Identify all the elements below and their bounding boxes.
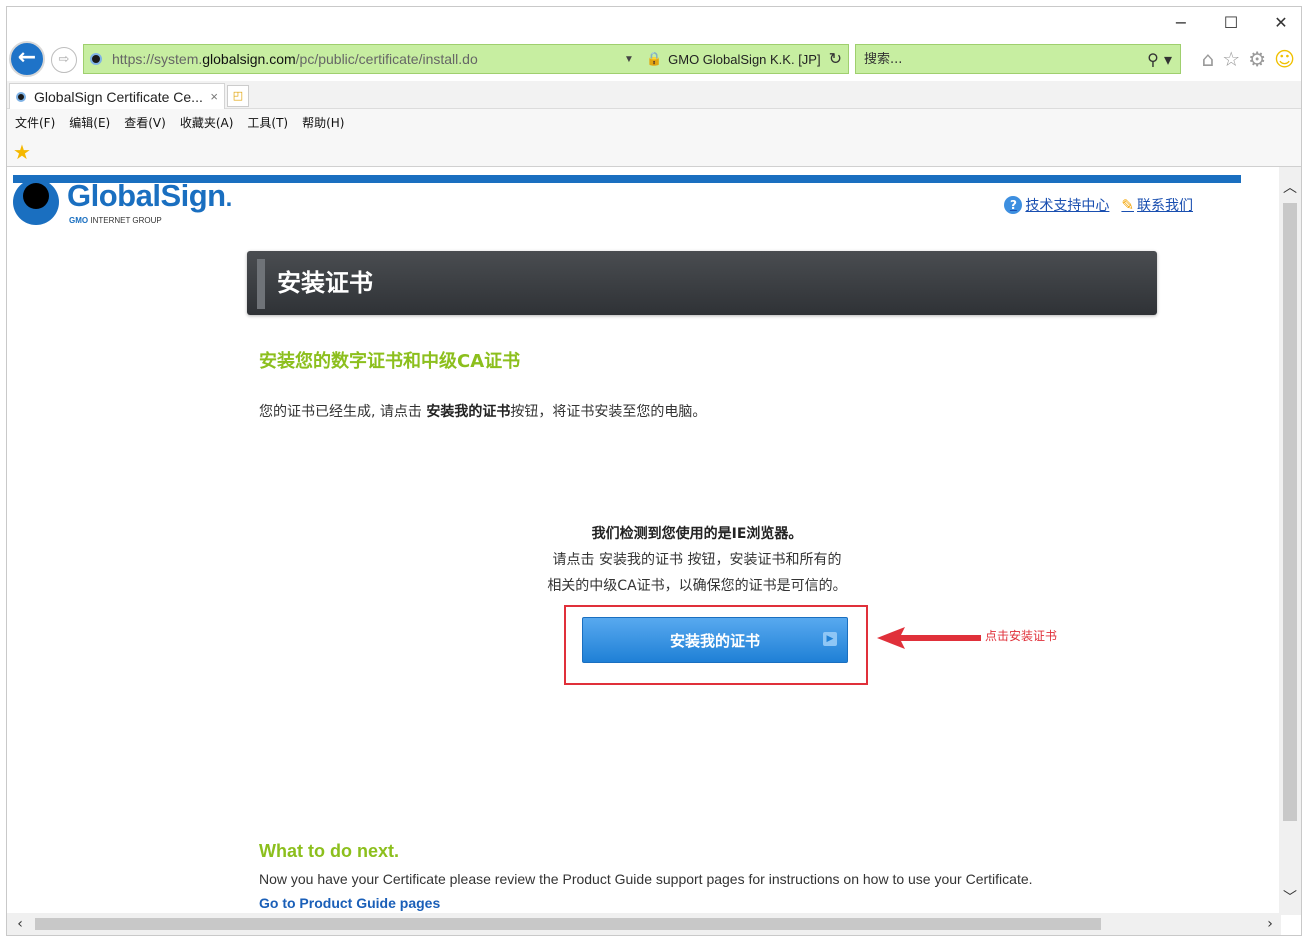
scroll-right-icon[interactable]: › [1259, 913, 1281, 935]
search-box[interactable]: ⚲ ▾ [855, 44, 1181, 74]
site-favicon-icon [90, 53, 102, 65]
forward-arrow-icon: ⇨ [58, 52, 70, 67]
detect-line-3: 相关的中级CA证书，以确保您的证书是可信的。 [547, 578, 847, 594]
url-domain: globalsign.com [202, 51, 296, 67]
maximize-button[interactable]: ☐ [1221, 13, 1241, 32]
certificate-owner[interactable]: GMO GlobalSign K.K. [JP] [668, 52, 820, 67]
url-protocol: https://system. [112, 51, 203, 67]
install-button-label: 安装我的证书 [669, 631, 760, 650]
help-icon: ? [1004, 196, 1023, 214]
tab-globalsign[interactable]: GlobalSign Certificate Ce... × [9, 83, 225, 109]
annotation-text: 点击安装证书 [985, 629, 1058, 643]
intro-text: 您的证书已经生成, 请点击 安装我的证书按钮，将证书安装至您的电脑。 [259, 404, 707, 420]
back-button[interactable]: ← [9, 41, 45, 77]
page-viewport: GlobalSign. GMO INTERNET GROUP ? 技术支持中心 ✎… [7, 167, 1281, 915]
section-title: 安装您的数字证书和中级CA证书 [259, 351, 521, 372]
logo-subtitle: GMO INTERNET GROUP [69, 216, 162, 225]
next-steps-title: What to do next. [259, 841, 399, 861]
tab-strip: GlobalSign Certificate Ce... × ◰ [7, 81, 1301, 109]
chat-bubble-icon: ✎ [1121, 196, 1134, 214]
new-tab-icon: ◰ [232, 89, 244, 102]
favorites-bar: ★ [7, 135, 1301, 167]
button-arrow-icon: ▶ [823, 632, 837, 646]
menu-view[interactable]: 查看(V) [124, 114, 166, 131]
browser-toolbar-icons: ⌂ ☆ ⚙ ☺ [1202, 47, 1295, 71]
globalsign-eye-icon [13, 179, 59, 225]
favorites-star-icon[interactable]: ☆ [1222, 47, 1240, 71]
back-arrow-icon: ← [17, 45, 37, 70]
logo-text: GlobalSign. GMO INTERNET GROUP [67, 178, 232, 226]
install-certificate-button[interactable]: 安装我的证书 ▶ [582, 617, 848, 663]
minimize-button[interactable]: − [1171, 13, 1191, 32]
lock-icon[interactable]: 🔒 [646, 51, 662, 67]
settings-gear-icon[interactable]: ⚙ [1248, 47, 1266, 71]
scroll-up-icon[interactable]: ︿ [1279, 177, 1301, 199]
detect-line-2: 请点击 安装我的证书 按钮，安装证书和所有的 [552, 552, 842, 568]
horizontal-scrollbar[interactable]: ‹ › [7, 913, 1281, 935]
add-favorites-star-icon[interactable]: ★ [13, 140, 31, 164]
tab-close-icon[interactable]: × [210, 89, 218, 104]
home-icon[interactable]: ⌂ [1202, 47, 1215, 71]
search-icon[interactable]: ⚲ ▾ [1147, 50, 1172, 69]
vertical-scrollbar[interactable]: ︿ ﹀ [1279, 167, 1301, 915]
address-bar[interactable]: https://system. globalsign.com/pc/public/… [83, 44, 849, 74]
window-controls: − ☐ ✕ [1171, 13, 1291, 32]
menu-file[interactable]: 文件(F) [15, 114, 55, 131]
menu-tools[interactable]: 工具(T) [247, 114, 288, 131]
address-dropdown-icon[interactable]: ▼ [624, 54, 634, 65]
support-center-link[interactable]: ? 技术支持中心 [1004, 195, 1109, 215]
vertical-scroll-thumb[interactable] [1283, 203, 1297, 821]
header-accent [257, 259, 265, 309]
scroll-down-icon[interactable]: ﹀ [1279, 887, 1301, 909]
page-header-band: 安装证书 [247, 251, 1157, 315]
tab-title: GlobalSign Certificate Ce... [34, 88, 203, 105]
globalsign-logo[interactable]: GlobalSign. GMO INTERNET GROUP [13, 179, 232, 225]
browser-detect-message: 我们检测到您使用的是IE浏览器。 请点击 安装我的证书 按钮，安装证书和所有的 … [487, 521, 907, 599]
product-guide-link[interactable]: Go to Product Guide pages [259, 895, 440, 911]
scroll-left-icon[interactable]: ‹ [9, 913, 31, 935]
menu-favorites[interactable]: 收藏夹(A) [180, 114, 234, 131]
tab-favicon-icon [16, 91, 26, 102]
navigation-bar: ← ⇨ https://system. globalsign.com/pc/pub… [7, 41, 1301, 81]
new-tab-button[interactable]: ◰ [227, 85, 249, 107]
annotation-arrow-icon [877, 627, 981, 649]
logo-name: GlobalSign. [67, 178, 232, 213]
forward-button[interactable]: ⇨ [51, 47, 77, 73]
refresh-icon[interactable]: ↻ [829, 49, 842, 69]
menu-bar: 文件(F) 编辑(E) 查看(V) 收藏夹(A) 工具(T) 帮助(H) [7, 109, 1301, 135]
horizontal-scroll-thumb[interactable] [35, 918, 1101, 930]
top-links: ? 技术支持中心 ✎ 联系我们 [1004, 195, 1193, 215]
menu-help[interactable]: 帮助(H) [302, 114, 344, 131]
menu-edit[interactable]: 编辑(E) [69, 114, 110, 131]
next-steps-text: Now you have your Certificate please rev… [259, 871, 1033, 887]
url-path: /pc/public/certificate/install.do [295, 51, 478, 67]
close-window-button[interactable]: ✕ [1271, 13, 1291, 32]
search-input[interactable] [864, 51, 1114, 67]
contact-us-link[interactable]: ✎ 联系我们 [1121, 195, 1193, 215]
page-title: 安装证书 [277, 269, 373, 297]
browser-window: − ☐ ✕ ← ⇨ https://system. globalsign.com /… [6, 6, 1302, 936]
detect-line-1: 我们检测到您使用的是IE浏览器。 [591, 526, 803, 542]
feedback-smiley-icon[interactable]: ☺ [1274, 47, 1295, 71]
